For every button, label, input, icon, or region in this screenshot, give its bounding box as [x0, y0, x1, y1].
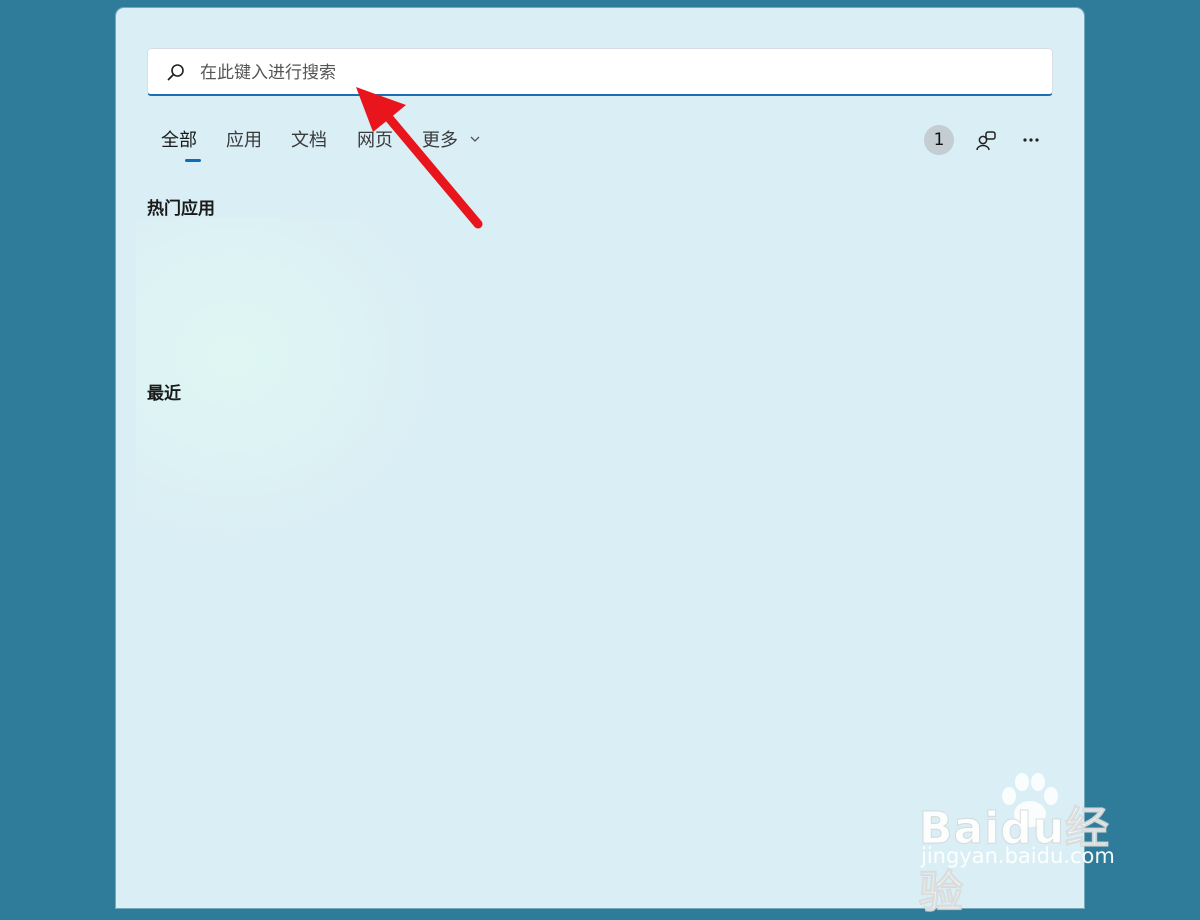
- tab-apps[interactable]: 应用: [226, 126, 262, 166]
- tab-label: 网页: [357, 130, 393, 151]
- search-box[interactable]: [147, 48, 1053, 96]
- more-options-button[interactable]: [1015, 124, 1047, 156]
- search-icon: [166, 63, 186, 83]
- rewards-points-badge[interactable]: 1: [924, 125, 954, 155]
- section-title-recent: 最近: [147, 384, 181, 404]
- tab-label: 全部: [161, 130, 197, 151]
- account-switch-icon: [970, 131, 1002, 160]
- account-switch-button[interactable]: [970, 124, 1002, 156]
- watermark-url: jingyan.baidu.com: [921, 844, 1115, 868]
- more-options-icon: [1015, 138, 1047, 160]
- chevron-down-icon: [470, 127, 480, 142]
- section-title-top-apps: 热门应用: [147, 199, 215, 219]
- tab-label: 更多: [422, 130, 458, 151]
- tab-all[interactable]: 全部: [161, 126, 201, 166]
- tab-documents[interactable]: 文档: [291, 126, 327, 166]
- tab-more[interactable]: 更多: [422, 126, 480, 166]
- tab-label: 应用: [226, 130, 262, 151]
- active-tab-indicator: [185, 159, 201, 162]
- background-glow: [136, 218, 456, 558]
- baidu-jingyan-watermark: Baidu经验 jingyan.baidu.com: [915, 770, 1145, 919]
- tab-web[interactable]: 网页: [357, 126, 393, 166]
- tab-label: 文档: [291, 130, 327, 151]
- search-input[interactable]: [198, 58, 1022, 88]
